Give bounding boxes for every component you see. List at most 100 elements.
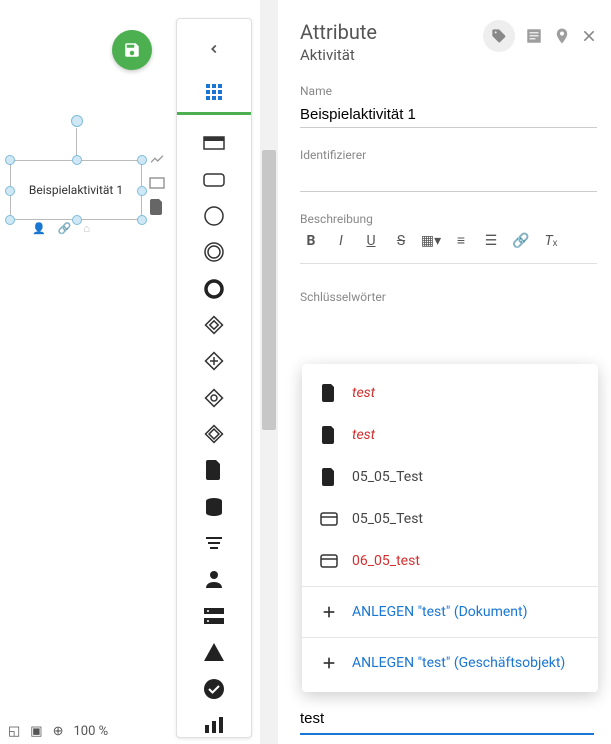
panel-subtitle: Aktivität <box>300 46 377 64</box>
ordered-list-button[interactable]: ≡ <box>450 232 472 249</box>
table-button[interactable]: ▦▾ <box>420 233 442 249</box>
node-label: Beispielaktivität 1 <box>29 183 123 197</box>
dropdown-item-label: 05_05_Test <box>352 511 423 527</box>
details-icon <box>525 27 543 45</box>
tab-location[interactable] <box>553 27 571 45</box>
identifier-input[interactable] <box>300 166 597 192</box>
name-input[interactable] <box>300 102 597 128</box>
name-label: Name <box>300 84 597 98</box>
shape-diamond-circle[interactable] <box>200 386 228 410</box>
shape-lines[interactable] <box>200 531 228 555</box>
dropdown-item[interactable]: 05_05_Test <box>302 498 598 540</box>
rect-icon[interactable] <box>148 174 166 192</box>
autocomplete-dropdown: test test 05_05_Test 05_05_Test 06_05_te… <box>302 364 598 692</box>
shape-diamond-double[interactable] <box>200 313 228 337</box>
tab-details[interactable] <box>525 27 543 45</box>
shape-database[interactable] <box>200 495 228 519</box>
bold-button[interactable]: B <box>300 233 322 249</box>
node-side-toolbar <box>148 150 166 216</box>
shape-diamond-nested[interactable] <box>200 422 228 446</box>
clear-format-button[interactable]: Tₓ <box>540 232 562 249</box>
shape-check-circle[interactable] <box>200 676 228 700</box>
shape-rect-top[interactable] <box>200 131 228 155</box>
file-icon <box>320 384 338 402</box>
shape-palette <box>176 18 252 738</box>
hierarchy-icon: ⌂ <box>83 222 90 235</box>
file-icon <box>320 468 338 486</box>
create-document-option[interactable]: ANLEGEN "test" (Dokument) <box>302 591 598 633</box>
activity-node[interactable]: Beispielaktivität 1 <box>10 160 142 220</box>
shape-circle-thin[interactable] <box>200 204 228 228</box>
fit-icon[interactable]: ◱ <box>8 724 20 739</box>
link-button[interactable]: 🔗 <box>510 233 532 249</box>
underline-button[interactable]: U <box>360 233 382 249</box>
palette-grid-tab[interactable] <box>177 71 251 115</box>
zoom-value: 100 % <box>74 724 109 739</box>
dropdown-item-label: test <box>352 385 375 401</box>
page-icon[interactable] <box>148 198 166 216</box>
dropdown-item[interactable]: 05_05_Test <box>302 456 598 498</box>
create-doc-label: ANLEGEN "test" (Dokument) <box>352 604 528 620</box>
resize-handle[interactable] <box>137 186 147 196</box>
person-icon: 👤 <box>32 222 46 235</box>
tab-tag[interactable] <box>483 20 515 52</box>
link-icon: 🔗 <box>58 222 72 235</box>
create-obj-label: ANLEGEN "test" (Geschäftsobjekt) <box>352 655 565 671</box>
node-top-connector[interactable] <box>71 115 83 127</box>
resize-handle[interactable] <box>72 155 82 165</box>
save-button[interactable] <box>112 30 152 70</box>
close-panel-button[interactable] <box>581 28 597 44</box>
node-footer-icons: 👤 🔗 ⌂ <box>32 222 90 235</box>
shape-file[interactable] <box>200 458 228 482</box>
palette-back-button[interactable] <box>177 27 251 71</box>
zoom-target-icon[interactable]: ⊕ <box>53 724 64 739</box>
shape-person[interactable] <box>200 567 228 591</box>
fit2-icon[interactable]: ▣ <box>30 724 42 739</box>
file-icon <box>320 426 338 444</box>
shape-server[interactable] <box>200 604 228 628</box>
grid-icon <box>206 84 222 100</box>
resize-handle[interactable] <box>5 186 15 196</box>
shape-bars[interactable] <box>200 713 228 737</box>
shape-warning[interactable] <box>200 640 228 664</box>
resize-handle[interactable] <box>137 155 147 165</box>
rich-text-toolbar: B I U S ▦▾ ≡ ☰ 🔗 Tₓ <box>300 232 597 249</box>
strike-button[interactable]: S <box>390 233 412 249</box>
trend-icon[interactable] <box>148 150 166 168</box>
card-icon <box>320 552 338 570</box>
tag-icon <box>491 28 507 44</box>
resize-handle[interactable] <box>5 155 15 165</box>
resize-handle[interactable] <box>5 215 15 225</box>
resize-handle[interactable] <box>137 215 147 225</box>
dropdown-item-label: 05_05_Test <box>352 469 423 485</box>
status-bar: ◱ ▣ ⊕ 100 % <box>0 718 116 744</box>
plus-icon <box>320 603 338 621</box>
close-icon <box>581 28 597 44</box>
dropdown-item[interactable]: 06_05_test <box>302 540 598 582</box>
location-icon <box>553 27 571 45</box>
keywords-search-input[interactable] <box>300 704 594 735</box>
description-label: Beschreibung <box>300 212 597 226</box>
unordered-list-button[interactable]: ☰ <box>480 233 502 249</box>
chevron-left-icon <box>207 42 221 56</box>
italic-button[interactable]: I <box>330 233 352 249</box>
palette-scroll-thumb[interactable] <box>262 150 276 430</box>
dropdown-separator <box>302 637 598 638</box>
panel-title: Attribute <box>300 20 377 44</box>
shape-circle-bold[interactable] <box>200 276 228 300</box>
plus-icon <box>320 654 338 672</box>
dropdown-item-label: 06_05_test <box>352 553 420 569</box>
identifier-label: Identifizierer <box>300 148 597 162</box>
create-business-object-option[interactable]: ANLEGEN "test" (Geschäftsobjekt) <box>302 642 598 684</box>
dropdown-item-label: test <box>352 427 375 443</box>
keywords-label: Schlüsselwörter <box>300 290 597 304</box>
dropdown-item[interactable]: test <box>302 414 598 456</box>
save-icon <box>123 41 141 59</box>
dropdown-separator <box>302 586 598 587</box>
card-icon <box>320 510 338 528</box>
divider <box>300 263 597 264</box>
shape-rounded-rect[interactable] <box>200 167 228 191</box>
dropdown-item[interactable]: test <box>302 372 598 414</box>
shape-diamond-plus[interactable] <box>200 349 228 373</box>
shape-circle-double[interactable] <box>200 240 228 264</box>
